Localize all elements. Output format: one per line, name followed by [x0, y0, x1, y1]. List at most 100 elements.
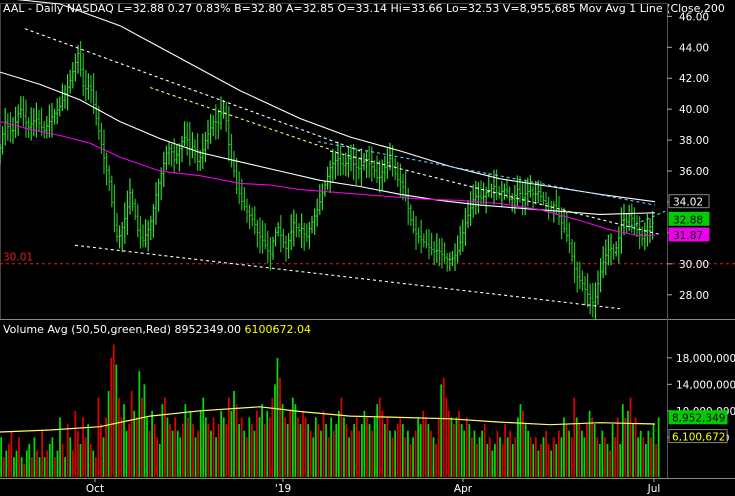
volume-bar [43, 457, 46, 477]
volume-bar [491, 450, 494, 477]
volume-bar [501, 443, 504, 477]
volume-bar [238, 424, 240, 477]
volume-bar [401, 424, 404, 477]
volume-bar [619, 443, 622, 477]
volume-bar [494, 443, 496, 477]
volume-bar [138, 371, 141, 477]
volume-bar [15, 450, 18, 477]
volume-bar [652, 424, 655, 477]
volume-bar [271, 397, 274, 477]
volume-bar [330, 417, 333, 477]
volume-bar [89, 443, 92, 477]
volume-bar [419, 424, 422, 477]
volume-bar [69, 437, 72, 477]
volume-bar [366, 417, 368, 477]
volume-bar [245, 437, 248, 477]
volume-bar [522, 410, 524, 477]
volume-avg-other: 6100672.04 [245, 323, 311, 336]
volume-bar [601, 430, 604, 477]
volume-bar [509, 430, 512, 477]
volume-bar [504, 424, 507, 477]
volume-bar [386, 417, 389, 477]
volume-bar [555, 443, 558, 477]
stock-chart[interactable]: AAL - Daily NASDAQ L=32.88 0.27 0.83% B=… [0, 0, 735, 496]
volume-bar [279, 377, 281, 477]
price-tag-label: 34.02 [673, 197, 703, 209]
volume-bar [153, 424, 156, 477]
price-axis-tick-label: 40.00 [679, 104, 709, 116]
volume-axis-tick-label: 18,000,000 [676, 353, 735, 365]
volume-bar [335, 424, 338, 477]
volume-bar [519, 404, 522, 477]
price-axis-tick-label: 28.00 [679, 290, 709, 302]
price-axis-tick-label: 36.00 [679, 166, 709, 178]
volume-bar [276, 357, 279, 477]
volume-bar [634, 417, 637, 477]
volume-bar [320, 430, 322, 477]
price-axis-tick-label: 42.00 [679, 73, 709, 85]
price-axis-tick-label: 38.00 [679, 135, 709, 147]
volume-bar [140, 397, 143, 477]
volume-avg50: 8952349.00 [175, 323, 241, 336]
volume-tag-label: 6,100,672 [672, 432, 725, 444]
volume-bar [23, 463, 26, 477]
volume-bar [616, 417, 619, 477]
volume-bar [499, 437, 501, 477]
volume-bar [606, 443, 609, 477]
volume-bar [511, 443, 514, 477]
volume-bar [360, 424, 363, 477]
volume-bar [442, 377, 445, 477]
volume-bar [568, 430, 570, 477]
volume-bar [230, 410, 233, 477]
volume-bar [253, 430, 256, 477]
volume-bar [94, 457, 97, 477]
volume-bar [297, 417, 299, 477]
volume-bar [64, 457, 67, 477]
volume-bar [391, 437, 394, 477]
volume-bar [225, 424, 228, 477]
volume-bar [348, 437, 350, 477]
volume-bar [624, 417, 627, 477]
volume-bar [458, 410, 460, 477]
volume-bar [345, 424, 348, 477]
volume-bar [547, 443, 550, 477]
volume-bar [496, 430, 499, 477]
volume-bar [412, 437, 414, 477]
volume-bar [125, 430, 128, 477]
volume-bar [404, 437, 407, 477]
volume-bar [274, 384, 276, 477]
volume-bar [307, 424, 310, 477]
volume-bar [268, 417, 271, 477]
volume-bar [478, 437, 481, 477]
volume-bar [112, 344, 115, 477]
volume-bar [368, 424, 371, 477]
volume-bar [463, 430, 466, 477]
volume-bar [327, 437, 330, 477]
volume-bar [476, 443, 478, 477]
volume-bar [291, 397, 294, 477]
volume-bar [281, 404, 284, 477]
volume-bar [468, 424, 471, 477]
volume-bar [87, 424, 90, 477]
volume-bar [591, 417, 593, 477]
volume-bar [540, 443, 542, 477]
volume-bar [263, 424, 266, 477]
volume-bar [25, 450, 28, 477]
volume-bar [527, 430, 530, 477]
volume-bar [13, 457, 15, 477]
volume-bar [156, 437, 159, 477]
volume-bar [56, 450, 59, 477]
reference-line-label: 30.01 [3, 252, 33, 264]
volume-bar [396, 424, 399, 477]
volume-bar [128, 424, 130, 477]
volume-bar [609, 450, 611, 477]
volume-bar [353, 424, 356, 477]
volume-bar [184, 404, 187, 477]
volume-bar [151, 410, 153, 477]
volume-bar [41, 430, 43, 477]
volume-bar [105, 417, 107, 477]
volume-bar [337, 410, 340, 477]
volume-bar [435, 443, 437, 477]
volume-bar [588, 410, 591, 477]
volume-bar [79, 443, 82, 477]
